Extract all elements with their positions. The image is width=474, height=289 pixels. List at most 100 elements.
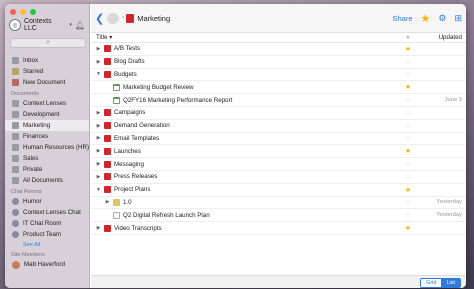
table-row[interactable]: ▶ Campaigns ☆ bbox=[91, 107, 466, 120]
disclosure-collapsed-icon[interactable]: ▶ bbox=[96, 110, 101, 116]
row-title-cell: ▶ Blog Drafts bbox=[91, 58, 400, 66]
table-row[interactable]: ▶ Video Transcripts ★ bbox=[91, 222, 466, 235]
sidebar-item-document-folder[interactable]: Finances bbox=[5, 131, 89, 142]
disclosure-collapsed-icon[interactable]: ▶ bbox=[96, 161, 101, 167]
settings-gear-icon[interactable]: ⚙ bbox=[438, 13, 446, 24]
sidebar-item-chat-room[interactable]: IT Chat Room bbox=[5, 218, 89, 229]
star-icon[interactable]: ★ bbox=[400, 186, 416, 194]
sidebar-item-inbox[interactable]: Inbox bbox=[5, 55, 89, 66]
share-button[interactable]: Share bbox=[392, 14, 412, 23]
breadcrumb-title[interactable]: Marketing bbox=[137, 14, 170, 23]
disclosure-collapsed-icon[interactable]: ▶ bbox=[96, 135, 101, 141]
table-row[interactable]: ▶ A/B Tests ★ bbox=[91, 43, 466, 56]
minimize-window-button[interactable] bbox=[20, 9, 26, 15]
close-window-button[interactable] bbox=[10, 9, 16, 15]
grid-view-button[interactable]: Grid bbox=[421, 279, 442, 287]
star-icon[interactable]: ★ bbox=[400, 147, 416, 155]
disclosure-collapsed-icon[interactable]: ▶ bbox=[96, 225, 101, 231]
star-icon[interactable]: ★ bbox=[400, 45, 416, 53]
table-row[interactable]: Marketing Budget Review ★ bbox=[91, 81, 466, 95]
star-icon[interactable]: ☆ bbox=[400, 134, 416, 142]
disclosure-collapsed-icon[interactable]: ▶ bbox=[96, 174, 101, 180]
row-title-cell: ▶ A/B Tests bbox=[91, 45, 400, 53]
workspace-switcher[interactable]: ◎ Contexts LLC ▾ 🔔︎ bbox=[9, 18, 85, 32]
table-row[interactable]: Q2 Digital Refresh Launch Plan ☆ Yesterday bbox=[91, 209, 466, 223]
sidebar-item-new-document[interactable]: New Document bbox=[5, 77, 89, 88]
row-title: Campaigns bbox=[114, 109, 146, 117]
disclosure-collapsed-icon[interactable]: ▶ bbox=[96, 123, 101, 129]
sidebar-item-document-folder[interactable]: Sales bbox=[5, 153, 89, 164]
sidebar-item-document-folder[interactable]: Marketing bbox=[5, 120, 89, 131]
row-title: Blog Drafts bbox=[114, 58, 145, 66]
sidebar-item-document-folder[interactable]: Context Lenses bbox=[5, 98, 89, 109]
row-title-cell: Marketing Budget Review bbox=[91, 83, 400, 91]
row-title: Project Plans bbox=[114, 186, 151, 194]
table-row[interactable]: ▶ 1.0 ☆ Yesterday bbox=[91, 197, 466, 210]
row-title: Press Releases bbox=[114, 173, 158, 181]
row-title: Q2 Digital Refresh Launch Plan bbox=[123, 211, 210, 219]
star-icon[interactable]: ☆ bbox=[400, 96, 416, 104]
star-icon[interactable]: ☆ bbox=[400, 198, 416, 206]
star-icon[interactable]: ★ bbox=[400, 83, 416, 91]
table-row[interactable]: Q2FY16 Marketing Performance Report ☆ June… bbox=[91, 94, 466, 107]
bell-icon[interactable]: 🔔︎ bbox=[75, 21, 85, 30]
disclosure-expanded-icon[interactable]: ▼ bbox=[96, 187, 101, 193]
add-document-icon[interactable]: ⊞ bbox=[454, 13, 462, 24]
disclosure-collapsed-icon[interactable]: ▶ bbox=[105, 199, 110, 205]
star-icon[interactable]: ★ bbox=[400, 224, 416, 232]
table-row[interactable]: ▼ Budgets ☆ bbox=[91, 69, 466, 82]
folder-icon bbox=[126, 13, 135, 23]
star-icon[interactable]: ☆ bbox=[400, 173, 416, 181]
row-title: Messaging bbox=[114, 160, 144, 168]
star-icon[interactable]: ★ bbox=[421, 12, 431, 25]
back-arrow-icon[interactable]: ❮ bbox=[95, 12, 104, 25]
star-icon[interactable]: ☆ bbox=[400, 109, 416, 117]
table-row[interactable]: ▶ Launches ★ bbox=[91, 145, 466, 159]
list-view-button[interactable]: List bbox=[441, 279, 460, 287]
star-icon[interactable]: ☆ bbox=[400, 58, 416, 66]
see-all-link[interactable]: See All bbox=[5, 240, 89, 249]
row-title: Demand Generation bbox=[114, 122, 170, 130]
sidebar-item-star[interactable]: Starred bbox=[5, 66, 89, 77]
sidebar-item-document-folder[interactable]: All Documents bbox=[5, 175, 89, 186]
avatar bbox=[12, 260, 20, 269]
star-icon[interactable]: ☆ bbox=[400, 160, 416, 168]
sidebar-item-member[interactable]: Matt Haverford bbox=[5, 259, 89, 270]
column-title[interactable]: Title ▾ bbox=[96, 34, 400, 41]
disclosure-collapsed-icon[interactable]: ▶ bbox=[96, 46, 101, 52]
sidebar-item-label: Inbox bbox=[23, 57, 39, 64]
row-title: Q2FY16 Marketing Performance Report bbox=[123, 96, 233, 104]
row-title-cell: ▶ Launches bbox=[91, 147, 400, 155]
disclosure-collapsed-icon[interactable]: ▶ bbox=[96, 59, 101, 65]
star-icon[interactable]: ☆ bbox=[400, 122, 416, 130]
workspace-name: Contexts LLC bbox=[23, 18, 52, 32]
section-heading-documents: Documents bbox=[11, 91, 39, 97]
table-row[interactable]: ▶ Blog Drafts ☆ bbox=[91, 56, 466, 69]
table-row[interactable]: ▶ Press Releases ☆ bbox=[91, 171, 466, 184]
sidebar-item-chat-room[interactable]: Product Team bbox=[5, 229, 89, 240]
disclosure-expanded-icon[interactable]: ▼ bbox=[96, 71, 101, 77]
table-row[interactable]: ▶ Messaging ☆ bbox=[91, 158, 466, 171]
window-controls bbox=[10, 9, 36, 15]
column-updated[interactable]: Updated bbox=[416, 34, 466, 41]
sidebar-search[interactable]: ⌕ bbox=[10, 38, 86, 48]
disclosure-collapsed-icon[interactable]: ▶ bbox=[96, 148, 101, 154]
table-row[interactable]: ▼ Project Plans ★ bbox=[91, 184, 466, 197]
bottom-bar: Grid List bbox=[91, 275, 466, 288]
home-breadcrumb-icon[interactable] bbox=[107, 12, 120, 24]
table-row[interactable]: ▶ Email Templates ☆ bbox=[91, 133, 466, 146]
sidebar-item-document-folder[interactable]: Private bbox=[5, 164, 89, 175]
search-icon: ⌕ bbox=[46, 39, 50, 46]
table-row[interactable]: ▶ Demand Generation ☆ bbox=[91, 120, 466, 133]
star-icon[interactable]: ☆ bbox=[400, 211, 416, 219]
sidebar-item-chat-room[interactable]: Humor bbox=[5, 196, 89, 207]
zoom-window-button[interactable] bbox=[30, 9, 36, 15]
document-folder-icon bbox=[12, 177, 19, 184]
document-folder-icon bbox=[12, 155, 19, 162]
sidebar-item-document-folder[interactable]: Human Resources (HR) bbox=[5, 142, 89, 153]
row-title: Marketing Budget Review bbox=[123, 83, 194, 91]
sidebar-item-chat-room[interactable]: Context Lenses Chat bbox=[5, 207, 89, 218]
star-icon[interactable]: ☆ bbox=[400, 70, 416, 78]
column-star[interactable]: ★ bbox=[400, 34, 416, 41]
sidebar-item-document-folder[interactable]: Development bbox=[5, 109, 89, 120]
